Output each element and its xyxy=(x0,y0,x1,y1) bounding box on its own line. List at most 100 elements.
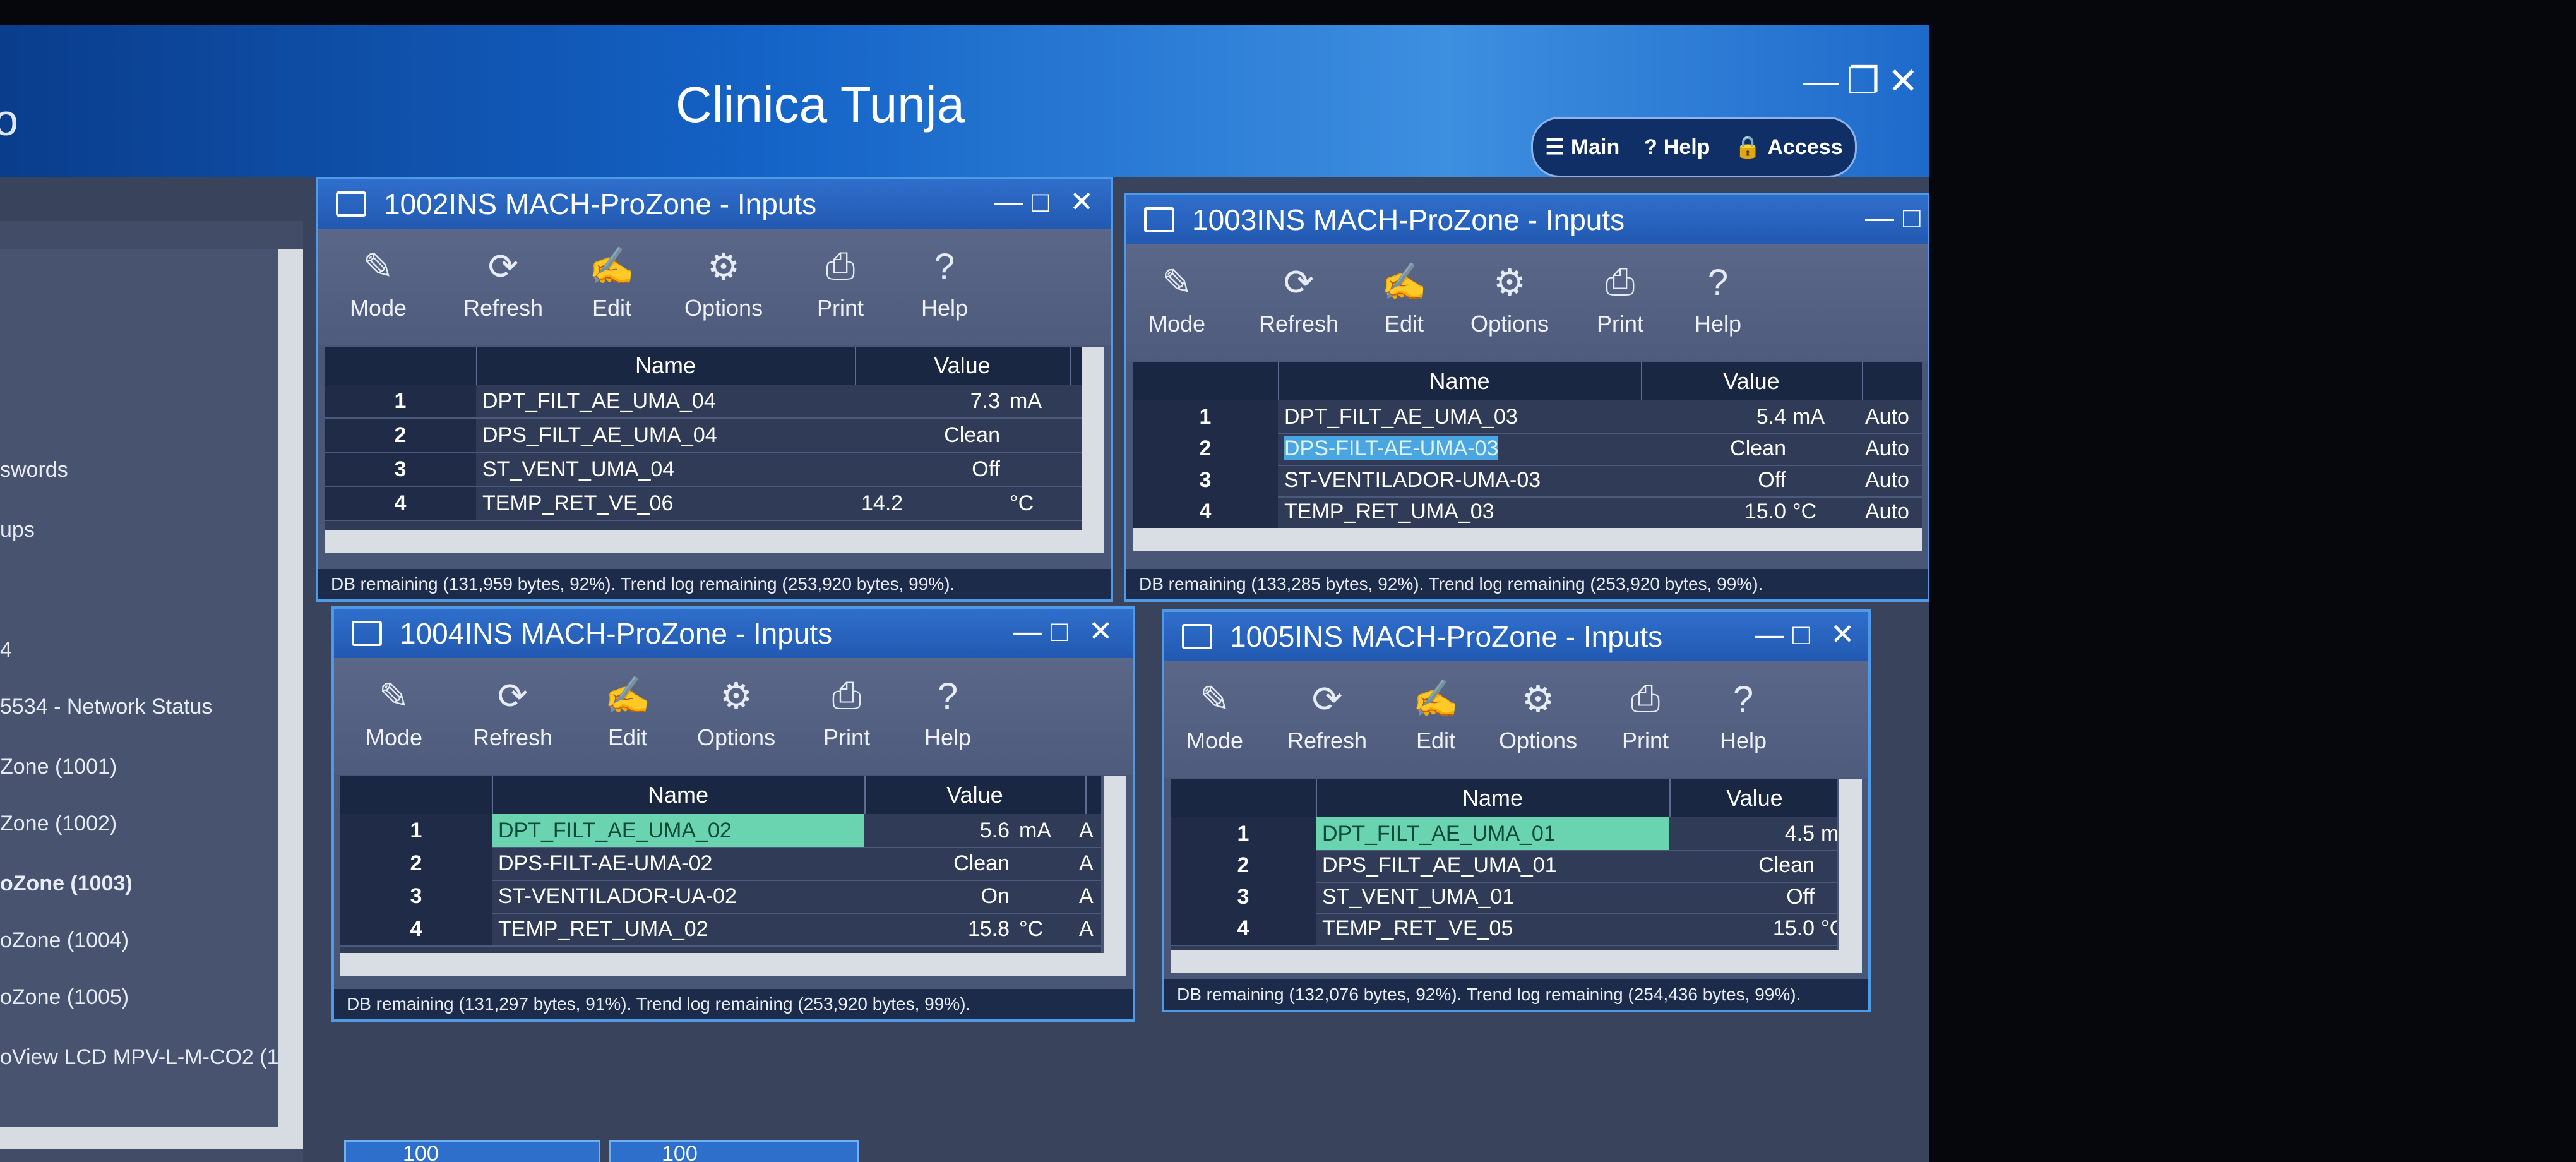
sidebar-item-lcd[interactable]: oView LCD MPV-L-M-CO2 (100 xyxy=(0,1045,302,1070)
edit-button[interactable]: ✍ Edit xyxy=(1413,677,1458,754)
panel-close-button[interactable]: ✕ xyxy=(1070,184,1094,219)
table-vertical-scrollbar[interactable] xyxy=(1082,347,1104,530)
top-nav: ☰ Main ? Help 🔒 Access xyxy=(1531,117,1857,177)
highlighted-name-cell[interactable]: DPT_FILT_AE_UMA_02 xyxy=(492,814,864,847)
sidebar-item-zone-1001[interactable]: Zone (1001) xyxy=(0,755,117,779)
close-window-button[interactable]: ✕ xyxy=(1888,63,1919,100)
panel-minimize-button[interactable]: — xyxy=(1865,200,1894,234)
print-button[interactable]: ⎙ Print xyxy=(1597,260,1643,337)
help-nav-button[interactable]: ? Help xyxy=(1644,135,1710,160)
table-horizontal-scrollbar[interactable] xyxy=(340,953,1126,976)
column-header-name[interactable]: Name xyxy=(492,776,866,814)
table-row[interactable]: 3 ST-VENTILADOR-UMA-03 Off Auto xyxy=(1133,464,1922,498)
table-vertical-scrollbar[interactable] xyxy=(1104,776,1126,953)
panel-maximize-button[interactable]: □ xyxy=(1032,184,1049,219)
column-header-value[interactable]: Value xyxy=(1669,779,1837,817)
table-row[interactable]: 2 DPS-FILT-AE-UMA-02 Clean A xyxy=(340,847,1101,881)
table-horizontal-scrollbar[interactable] xyxy=(1171,950,1862,973)
mode-button[interactable]: ✎ Mode xyxy=(366,674,422,751)
table-horizontal-scrollbar[interactable] xyxy=(325,530,1104,553)
panel-close-button[interactable]: ✕ xyxy=(1088,614,1113,648)
panel-1005-inputs: 1005INS MACH-ProZone - Inputs — □ ✕ ✎ Mod… xyxy=(1162,609,1871,1012)
help-button[interactable]: ? Help xyxy=(1695,260,1741,337)
options-button[interactable]: ⚙ Options xyxy=(684,244,763,321)
options-button[interactable]: ⚙ Options xyxy=(1470,260,1549,337)
print-button[interactable]: ⎙ Print xyxy=(1622,677,1669,754)
panel-maximize-button[interactable]: □ xyxy=(1903,200,1921,234)
column-header-name[interactable]: Name xyxy=(476,347,856,385)
panel-minimize-button[interactable]: — xyxy=(1013,614,1042,648)
panel-title-bar[interactable]: 1003INS MACH-ProZone - Inputs xyxy=(1126,195,1928,244)
panel-minimize-button[interactable]: — xyxy=(1755,617,1784,651)
options-button[interactable]: ⚙ Options xyxy=(1499,677,1577,754)
options-button[interactable]: ⚙ Options xyxy=(697,674,775,751)
mode-button[interactable]: ✎ Mode xyxy=(350,244,407,321)
refresh-button[interactable]: ⟳ Refresh xyxy=(1287,677,1367,754)
access-nav-button[interactable]: 🔒 Access xyxy=(1734,135,1842,160)
table-row[interactable]: 1 DPT_FILT_AE_UMA_01 4.5 mA xyxy=(1171,817,1837,851)
status-bar: DB remaining (131,959 bytes, 92%). Trend… xyxy=(318,569,1111,599)
table-row[interactable]: 4 TEMP_RET_UMA_03 15.0 °C Auto xyxy=(1133,495,1922,529)
panel-minimize-button[interactable]: — xyxy=(994,184,1023,219)
mode-button[interactable]: ✎ Mode xyxy=(1148,260,1205,337)
table-horizontal-scrollbar[interactable] xyxy=(1133,528,1922,551)
sidebar-item[interactable]: 4 xyxy=(0,638,12,662)
panel-close-button[interactable]: ✕ xyxy=(1830,617,1855,651)
minimize-window-button[interactable]: — xyxy=(1803,63,1839,100)
edit-button[interactable]: ✍ Edit xyxy=(1381,260,1427,337)
help-button[interactable]: ? Help xyxy=(921,244,968,321)
help-button[interactable]: ? Help xyxy=(1720,677,1767,754)
table-row[interactable]: 2 DPS_FILT_AE_UMA_04 Clean xyxy=(325,419,1082,453)
table-row[interactable]: 4 TEMP_RET_VE_06 14.2 °C xyxy=(325,487,1082,521)
minimized-window-tab[interactable]: 100 xyxy=(344,1140,600,1162)
highlighted-name-cell[interactable]: DPT_FILT_AE_UMA_01 xyxy=(1316,817,1669,850)
refresh-button[interactable]: ⟳ Refresh xyxy=(473,674,552,751)
help-button[interactable]: ? Help xyxy=(924,674,971,751)
table-row[interactable]: 3 ST_VENT_UMA_04 Off xyxy=(325,453,1082,487)
column-header-value[interactable]: Value xyxy=(1641,362,1863,400)
table-vertical-scrollbar[interactable] xyxy=(1839,779,1862,950)
refresh-button[interactable]: ⟳ Refresh xyxy=(463,244,543,321)
table-row[interactable]: 2 DPS_FILT_AE_UMA_01 Clean xyxy=(1171,849,1837,883)
sidebar-item[interactable]: swords xyxy=(0,458,68,482)
selected-name-cell[interactable]: DPS-FILT-AE-UMA-03 xyxy=(1284,436,1499,460)
table-row[interactable]: 1 DPT_FILT_AE_UMA_02 5.6 mA A xyxy=(340,814,1101,848)
minimized-window-tab[interactable]: 100 xyxy=(609,1140,859,1162)
panel-toolbar: ✎ Mode ⟳ Refresh ✍ Edit ⚙ Options ⎙ Print ? He… xyxy=(1164,661,1868,778)
maximize-window-button[interactable]: ❐ xyxy=(1847,63,1880,100)
main-menu-button[interactable]: ☰ Main xyxy=(1545,135,1619,160)
panel-maximize-button[interactable]: □ xyxy=(1051,614,1068,648)
printer-icon: ⎙ xyxy=(825,246,856,287)
app-logo: o xyxy=(0,95,18,145)
table-row[interactable]: 1 DPT_FILT_AE_UMA_04 7.3 mA xyxy=(325,385,1082,419)
column-header-value[interactable]: Value xyxy=(855,347,1071,385)
table-row[interactable]: 2 DPS-FILT-AE-UMA-03 Clean Auto xyxy=(1133,432,1922,466)
sidebar-item-zone-1004[interactable]: oZone (1004) xyxy=(0,928,129,953)
desktop-screen: o Clinica Tunja — ❐ ✕ ☰ Main ? Help 🔒 Acces… xyxy=(0,25,1929,1162)
mode-button[interactable]: ✎ Mode xyxy=(1186,677,1243,754)
column-header-name[interactable]: Name xyxy=(1278,362,1642,400)
sidebar-scrollbar[interactable] xyxy=(278,249,303,1127)
table-row[interactable]: 1 DPT_FILT_AE_UMA_03 5.4 mA Auto xyxy=(1133,400,1922,434)
panel-maximize-button[interactable]: □ xyxy=(1792,617,1810,651)
column-header-name[interactable]: Name xyxy=(1316,779,1671,817)
table-row[interactable]: 3 ST-VENTILADOR-UA-02 On A xyxy=(340,880,1101,914)
table-row[interactable]: 4 TEMP_RET_UMA_02 15.8 °C A xyxy=(340,913,1101,947)
print-button[interactable]: ⎙ Print xyxy=(823,674,870,751)
sidebar-item[interactable]: ups xyxy=(0,518,35,542)
table-row[interactable]: 4 TEMP_RET_VE_05 15.0 °C xyxy=(1171,912,1837,946)
edit-button[interactable]: ✍ Edit xyxy=(589,244,635,321)
sidebar-horizontal-scrollbar[interactable] xyxy=(0,1127,303,1149)
window-icon xyxy=(1182,624,1212,649)
refresh-button[interactable]: ⟳ Refresh xyxy=(1259,260,1339,337)
sidebar-item-zone-1005[interactable]: oZone (1005) xyxy=(0,985,129,1010)
table-row[interactable]: 3 ST_VENT_UMA_01 Off xyxy=(1171,880,1837,914)
column-header-value[interactable]: Value xyxy=(864,776,1087,814)
sidebar-item-network-status[interactable]: 5534 - Network Status xyxy=(0,695,212,719)
sidebar-item-zone-1003[interactable]: oZone (1003) xyxy=(0,872,133,896)
panel-title-bar[interactable]: 1002INS MACH-ProZone - Inputs xyxy=(318,179,1111,229)
edit-button[interactable]: ✍ Edit xyxy=(605,674,650,751)
sidebar-item-zone-1002[interactable]: Zone (1002) xyxy=(0,812,117,836)
print-button[interactable]: ⎙ Print xyxy=(817,244,864,321)
pencil-icon: ✎ xyxy=(1199,679,1231,720)
